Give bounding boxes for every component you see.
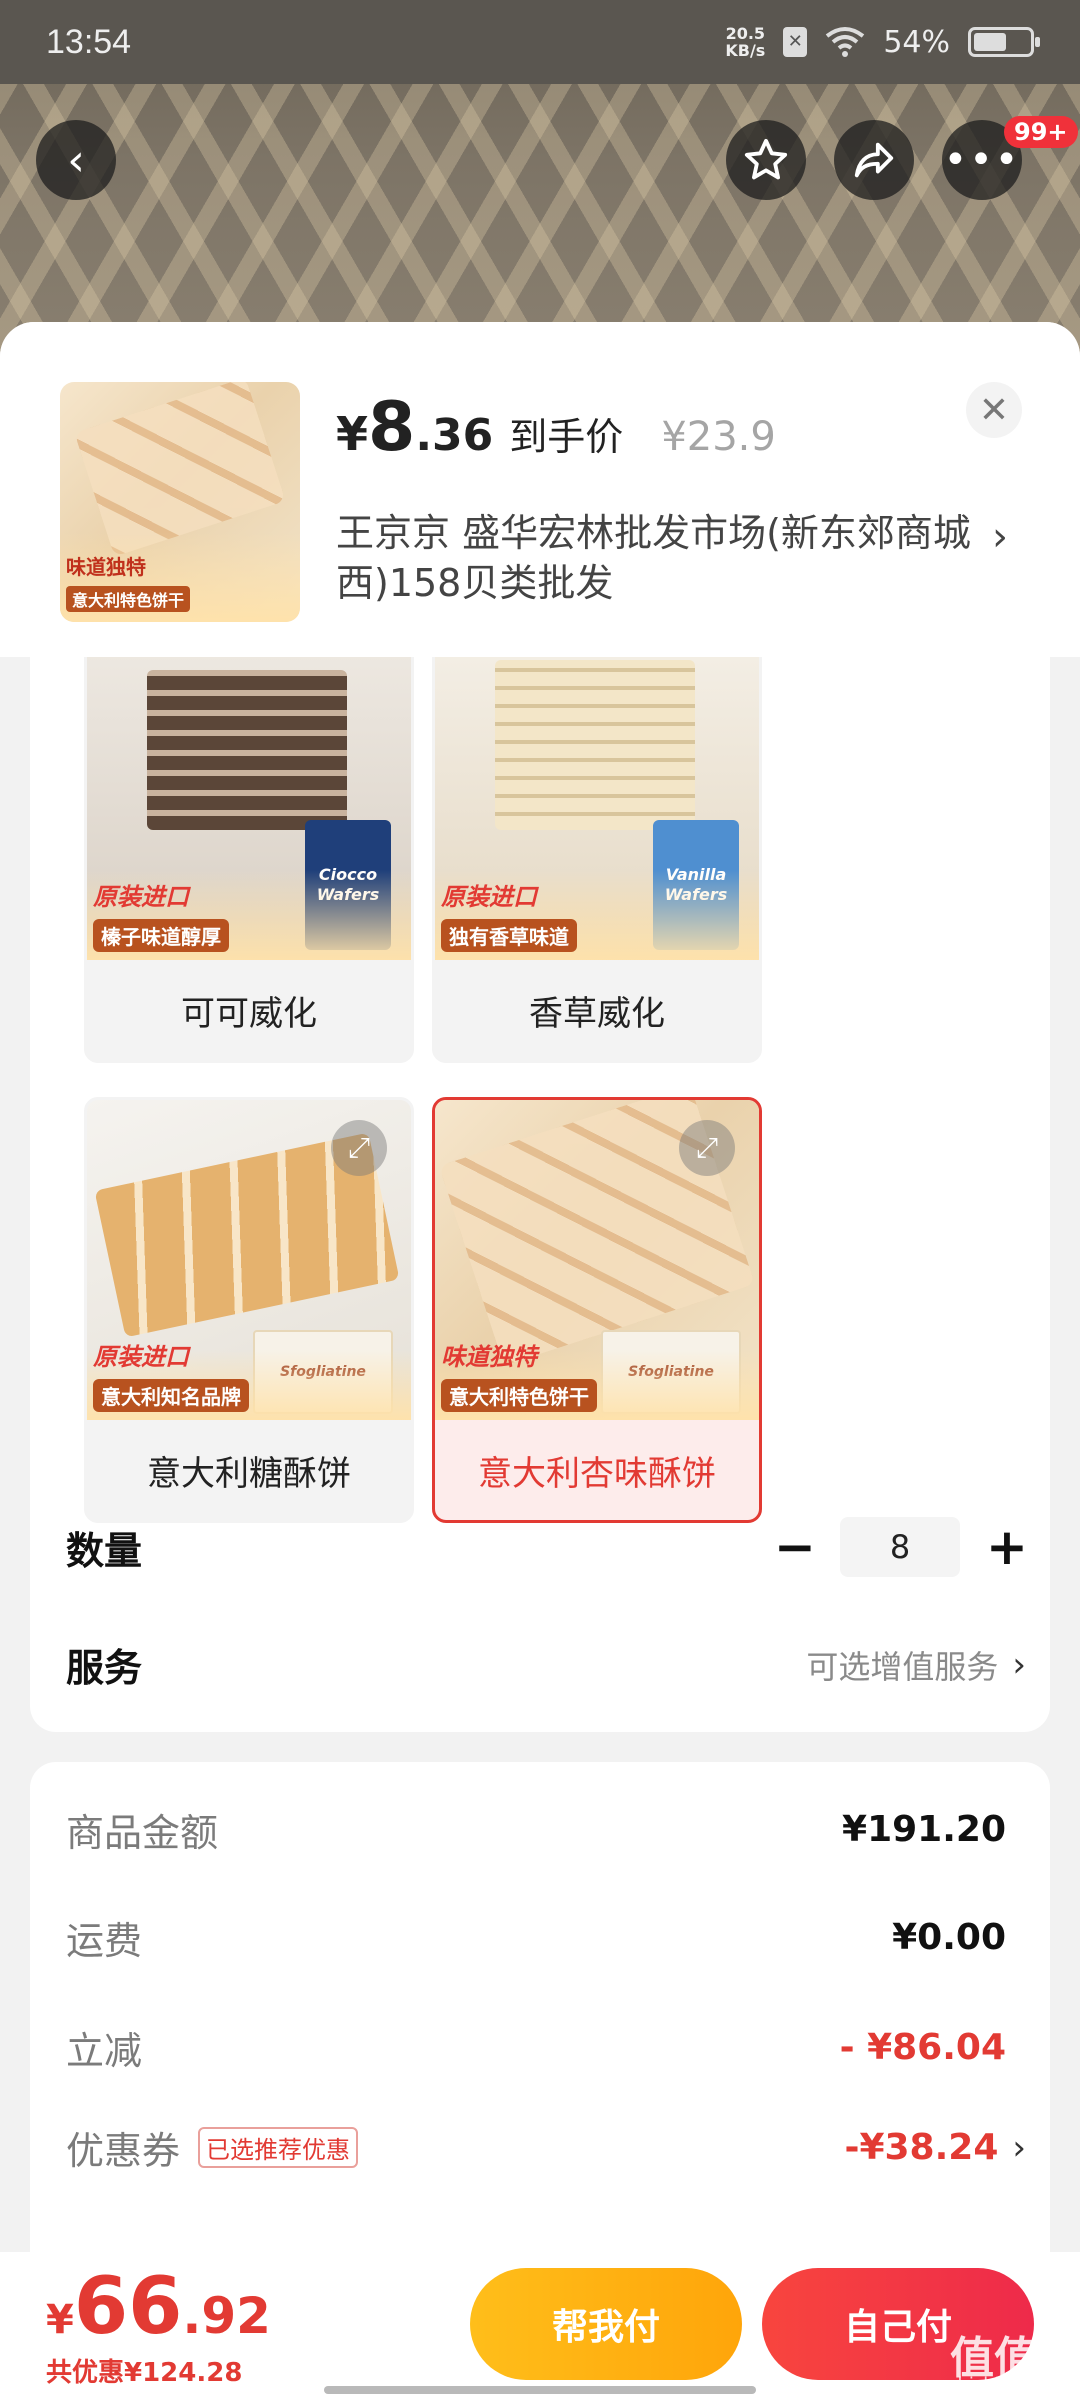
back-arrow-icon: ‹ [67, 134, 85, 186]
sku-sheet: 味道独特 意大利特色饼干 ¥ 8 .36 到手价 ¥23.9 王京京 盛华宏林批… [0, 322, 1080, 2400]
back-button[interactable]: ‹ [36, 120, 116, 200]
status-bar: 13:54 20.5 KB/s ✕ 54% [0, 0, 1080, 84]
wifi-icon [826, 27, 865, 57]
quantity-label: 数量 [66, 1528, 143, 1573]
option-label: 意大利糖酥饼 [147, 1453, 351, 1494]
share-button[interactable] [834, 120, 914, 200]
close-icon: ✕ [978, 389, 1010, 431]
close-button[interactable]: ✕ [966, 382, 1022, 438]
option-apricot-puff[interactable]: ⤢ Sfogliatine 味道独特 意大利特色饼干 意大利杏味酥饼 [432, 1097, 762, 1523]
shipping-row: 运费 ¥0.00 [66, 1917, 1006, 1963]
quantity-row: 数量 − 8 + [66, 1517, 1028, 1577]
plus-button[interactable]: + [986, 1518, 1028, 1576]
option-label: 香草威化 [529, 993, 665, 1034]
original-price: ¥23.9 [661, 414, 776, 460]
option-vanilla-wafer[interactable]: Vanilla Wafers 原装进口 独有香草味道 香草威化 [432, 657, 762, 1063]
option-cocoa-wafer[interactable]: Ciocco Wafers 原装进口 榛子味道醇厚 可可威化 [84, 657, 414, 1063]
minus-button[interactable]: − [774, 1518, 816, 1576]
chevron-right-icon[interactable]: › [992, 514, 1008, 560]
share-icon [854, 142, 894, 178]
chevron-right-icon: › [1012, 2127, 1026, 2168]
favorite-button[interactable] [726, 120, 806, 200]
expand-icon[interactable]: ⤢ [679, 1120, 735, 1176]
total-price: ¥ 66 .92 [46, 2262, 271, 2352]
total-saving: 共优惠¥124.28 [46, 2358, 243, 2388]
checkout-bar: ¥ 66 .92 共优惠¥124.28 帮我付 自己付 [0, 2252, 1080, 2400]
net-speed: 20.5 KB/s [725, 24, 766, 60]
discount-row: 立减 - ¥86.04 [66, 2027, 1006, 2073]
price-row: ¥ 8 .36 到手价 ¥23.9 [336, 388, 776, 467]
quantity-input[interactable]: 8 [840, 1517, 960, 1577]
star-icon [744, 138, 788, 180]
expand-icon[interactable]: ⤢ [331, 1120, 387, 1176]
delivery-address[interactable]: 王京京 盛华宏林批发市场(新东郊商城西)158贝类批发 [336, 508, 986, 608]
price-integer: 8 [368, 388, 416, 467]
chevron-right-icon: › [1012, 1644, 1026, 1685]
price-label: 到手价 [509, 415, 624, 459]
service-row[interactable]: 服务 可选增值服务 › [66, 1637, 1026, 1692]
coupon-tag: 已选推荐优惠 [198, 2127, 359, 2168]
home-indicator[interactable] [324, 2386, 756, 2394]
option-label: 可可威化 [181, 993, 317, 1034]
sheet-header: 味道独特 意大利特色饼干 ¥ 8 .36 到手价 ¥23.9 王京京 盛华宏林批… [0, 322, 1080, 657]
service-value: 可选增值服务 [806, 1647, 999, 1686]
service-label: 服务 [66, 1646, 143, 1690]
battery-percent: 54% [883, 24, 950, 60]
sim-icon: ✕ [783, 27, 808, 57]
price-symbol: ¥ [336, 407, 369, 461]
coupon-row[interactable]: 优惠券 已选推荐优惠 -¥38.24 › [66, 2120, 1026, 2175]
spec-card: Ciocco Wafers 原装进口 榛子味道醇厚 可可威化 Vanilla W… [30, 657, 1050, 1732]
more-badge: 99+ [1004, 116, 1078, 148]
goods-amount-row: 商品金额 ¥191.20 [66, 1809, 1006, 1855]
status-time: 13:54 [46, 22, 132, 61]
battery-icon [968, 27, 1040, 57]
product-thumbnail[interactable]: 味道独特 意大利特色饼干 [60, 382, 300, 622]
option-label: 意大利杏味酥饼 [478, 1453, 716, 1494]
help-pay-button[interactable]: 帮我付 [470, 2268, 742, 2380]
option-sugar-puff[interactable]: ⤢ Sfogliatine 原装进口 意大利知名品牌 意大利糖酥饼 [84, 1097, 414, 1523]
quantity-stepper: − 8 + [774, 1517, 1028, 1577]
watermark-site: zhizhizhi.com [948, 2374, 1070, 2395]
price-decimal: .36 [415, 410, 494, 461]
